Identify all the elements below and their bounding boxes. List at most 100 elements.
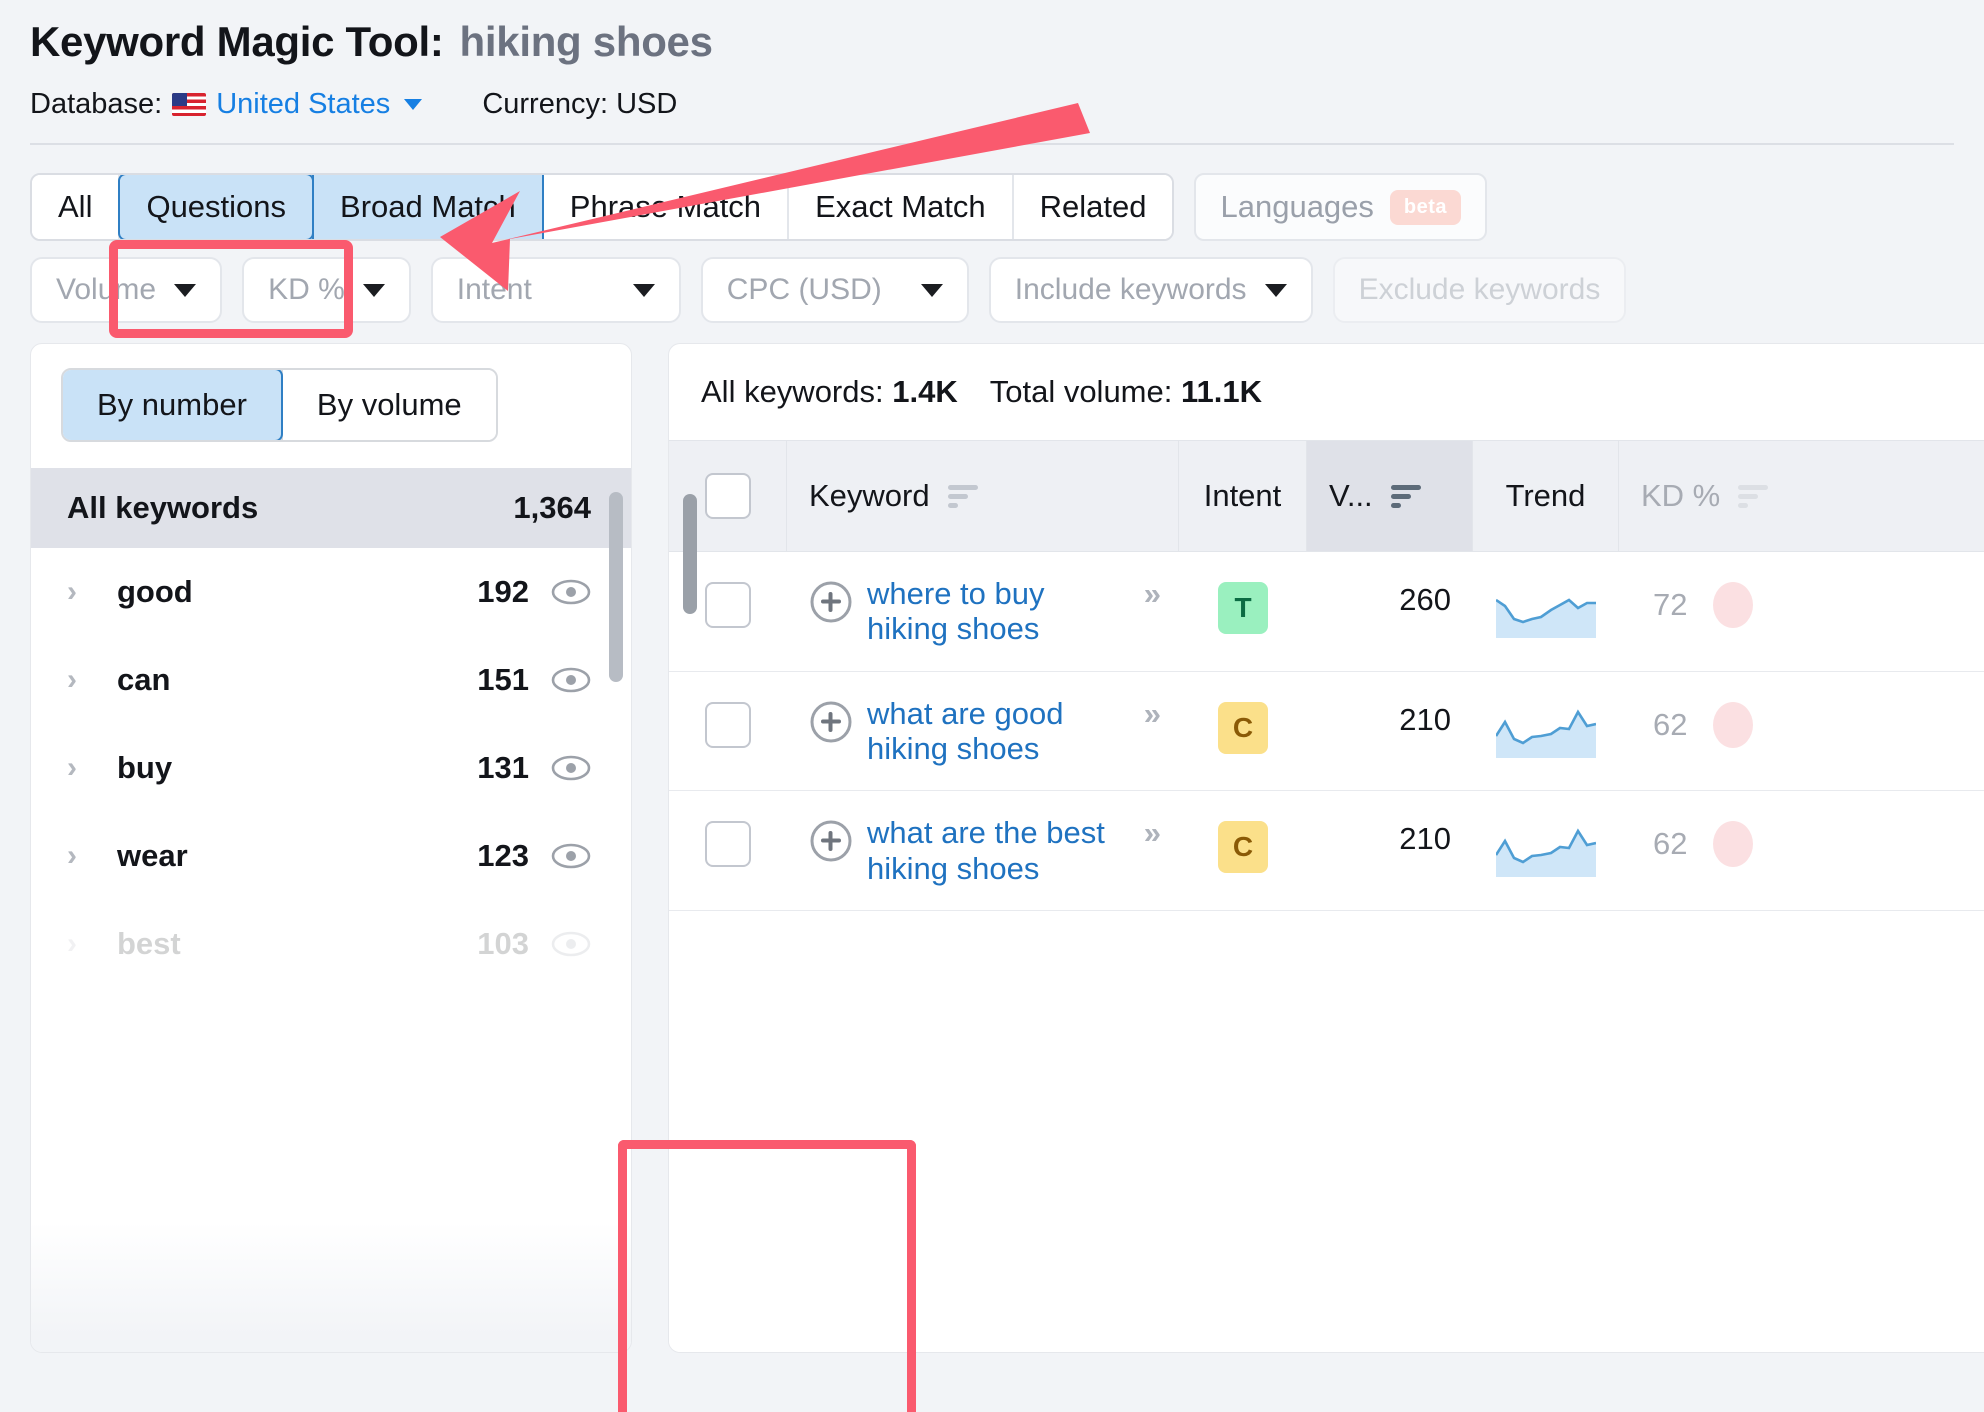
table-row[interactable]: what are the best hiking shoes » C 210 6… (669, 791, 1984, 911)
row-keyword-link[interactable]: what are good hiking shoes (867, 696, 1122, 767)
row-kd-value: 62 (1653, 826, 1688, 862)
toggle-by-number[interactable]: By number (62, 370, 283, 440)
table-scrollbar[interactable] (683, 494, 697, 614)
table-header-trend[interactable]: Trend (1473, 441, 1619, 551)
table-row[interactable]: where to buy hiking shoes » T 260 72 (669, 552, 1984, 672)
tab-phrase-match[interactable]: Phrase Match (543, 175, 790, 239)
chevron-down-icon (362, 283, 385, 297)
group-count: 151 (477, 662, 529, 697)
sidebar-scrollbar[interactable] (609, 492, 623, 682)
tab-broad-match[interactable]: Broad Match (312, 175, 544, 239)
table-bottom-fade (669, 1232, 1984, 1352)
row-kd-value: 62 (1653, 706, 1688, 742)
eye-icon[interactable] (551, 755, 591, 781)
group-count: 192 (477, 574, 529, 609)
sort-icon[interactable] (1389, 483, 1423, 509)
table-header-intent[interactable]: Intent (1179, 441, 1307, 551)
row-keyword-link[interactable]: what are the best hiking shoes (867, 815, 1122, 886)
page-header: Keyword Magic Tool: hiking shoes Databas… (0, 0, 1984, 145)
tab-all[interactable]: All (32, 175, 121, 239)
filter-cpc[interactable]: CPC (USD) (700, 257, 969, 323)
tab-related[interactable]: Related (1013, 175, 1173, 239)
row-keyword-link[interactable]: where to buy hiking shoes (867, 576, 1122, 647)
sidebar-item-best[interactable]: › best 103 (31, 900, 631, 988)
double-chevron-right-icon[interactable]: » (1144, 815, 1161, 851)
group-name: good (117, 574, 193, 609)
plus-circle-icon[interactable] (809, 580, 853, 624)
double-chevron-right-icon[interactable]: » (1144, 696, 1161, 732)
filter-include-keywords[interactable]: Include keywords (988, 257, 1313, 323)
chevron-down-icon[interactable] (404, 99, 423, 110)
group-name: buy (117, 750, 173, 785)
row-checkbox[interactable] (705, 701, 751, 748)
sort-icon[interactable] (1736, 483, 1770, 509)
filter-kd-label: KD % (268, 273, 345, 306)
chevron-down-icon (632, 283, 655, 297)
table-header-volume[interactable]: V... (1307, 441, 1473, 551)
sidebar-item-good[interactable]: › good 192 (31, 548, 631, 636)
kd-indicator-dot (1713, 582, 1754, 628)
table-summary: All keywords: 1.4K Total volume: 11.1K (669, 344, 1984, 440)
keyword-groups-sidebar: By number By volume All keywords 1,364 ›… (30, 343, 632, 1353)
chevron-right-icon[interactable]: › (67, 927, 101, 961)
select-all-checkbox[interactable] (704, 473, 751, 519)
kd-indicator-dot (1713, 701, 1754, 748)
row-checkbox-cell (669, 791, 787, 891)
sidebar-item-all-keywords[interactable]: All keywords 1,364 (31, 468, 631, 548)
tab-questions[interactable]: Questions (118, 175, 315, 239)
filter-kd[interactable]: KD % (242, 257, 411, 323)
chevron-right-icon[interactable]: › (67, 575, 101, 609)
filter-intent[interactable]: Intent (430, 257, 681, 323)
plus-circle-icon[interactable] (809, 819, 853, 863)
double-chevron-right-icon[interactable]: » (1144, 576, 1161, 612)
group-count: 131 (477, 750, 529, 785)
sidebar-item-can[interactable]: › can 151 (31, 636, 631, 724)
plus-circle-icon[interactable] (809, 700, 853, 744)
sidebar-item-buy[interactable]: › buy 131 (31, 724, 631, 812)
eye-icon[interactable] (551, 667, 591, 693)
beta-badge: beta (1389, 189, 1462, 225)
filters-row: Volume KD % Intent CPC (USD) Include key… (0, 241, 1984, 323)
group-name: wear (117, 838, 188, 873)
toggle-by-volume[interactable]: By volume (282, 370, 496, 440)
tab-group: All Questions Broad Match Phrase Match E… (30, 173, 1175, 241)
tab-languages-label: Languages (1220, 189, 1374, 224)
sidebar-item-wear[interactable]: › wear 123 (31, 812, 631, 900)
chevron-right-icon[interactable]: › (67, 663, 101, 697)
tab-languages[interactable]: Languages beta (1194, 173, 1488, 241)
summary-total-volume-value: 11.1K (1180, 374, 1262, 409)
match-type-tabs: All Questions Broad Match Phrase Match E… (0, 145, 1984, 241)
status-badge[interactable]: C (1218, 821, 1268, 874)
table-header-keyword[interactable]: Keyword (787, 441, 1179, 551)
chevron-right-icon[interactable]: › (67, 839, 101, 873)
status-badge[interactable]: T (1218, 582, 1268, 634)
summary-all-keywords-value: 1.4K (892, 374, 958, 409)
trend-sparkline (1496, 828, 1596, 878)
tab-exact-match[interactable]: Exact Match (789, 175, 1014, 239)
sort-icon[interactable] (946, 483, 980, 509)
filter-cpc-label: CPC (USD) (726, 273, 882, 306)
status-badge[interactable]: C (1218, 701, 1268, 754)
database-selector[interactable]: Database: United States (30, 88, 423, 121)
page-title-main: Keyword Magic Tool: (30, 18, 444, 65)
sidebar-toggle-wrap: By number By volume (31, 344, 631, 468)
row-keyword-cell: what are the best hiking shoes » (787, 791, 1179, 910)
eye-icon[interactable] (551, 843, 591, 869)
row-kd-value: 72 (1653, 587, 1688, 622)
row-volume: 260 (1399, 582, 1451, 617)
chevron-right-icon[interactable]: › (67, 751, 101, 785)
table-row[interactable]: what are good hiking shoes » C 210 62 (669, 672, 1984, 792)
eye-icon[interactable] (551, 579, 591, 605)
row-checkbox[interactable] (705, 821, 751, 868)
eye-icon[interactable] (551, 931, 591, 957)
group-name: can (117, 662, 171, 697)
database-value[interactable]: United States (216, 88, 390, 121)
group-name: best (117, 926, 181, 961)
chevron-down-icon (1264, 283, 1287, 297)
us-flag-icon (172, 93, 207, 116)
filter-volume[interactable]: Volume (30, 257, 223, 323)
row-checkbox[interactable] (705, 582, 751, 628)
group-count: 123 (477, 838, 529, 873)
filter-exclude-keywords[interactable]: Exclude keywords (1332, 257, 1627, 323)
table-header-kd[interactable]: KD % (1619, 441, 1984, 551)
